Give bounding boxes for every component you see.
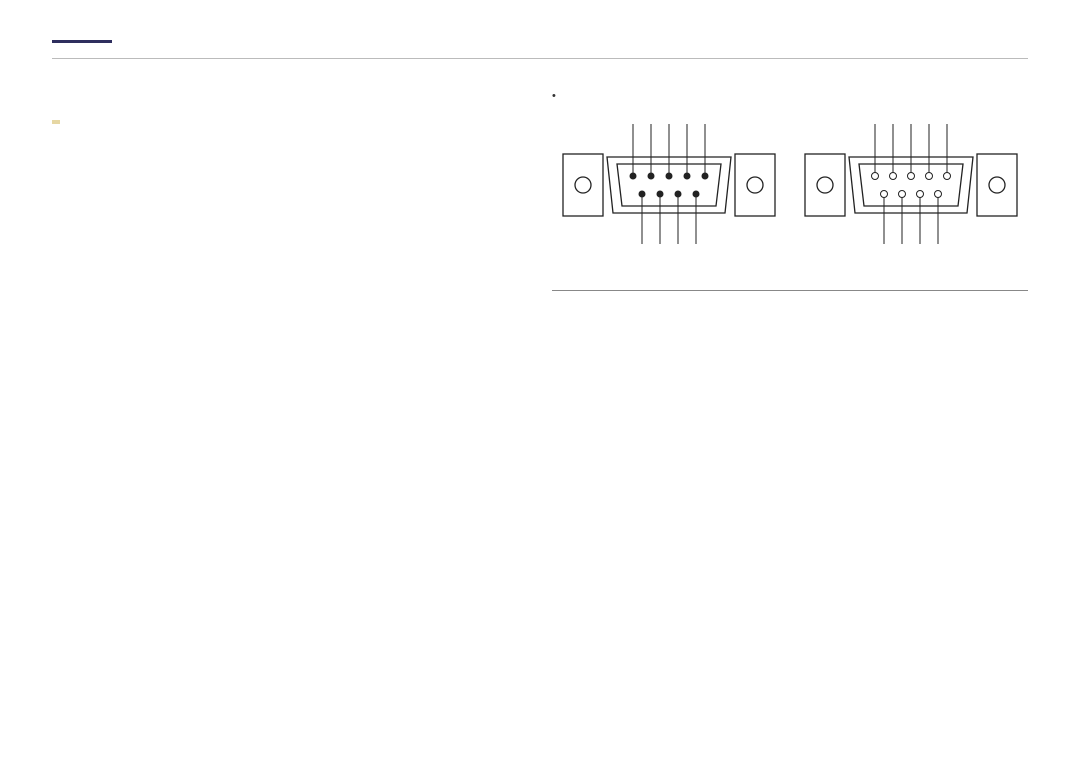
bullet-pin-assignment	[552, 90, 1028, 102]
right-column	[542, 90, 1028, 291]
signal-table	[552, 274, 1028, 291]
db9-plug-icon	[559, 124, 779, 244]
signal-head-pin	[552, 274, 642, 291]
plug-diagram	[552, 122, 786, 250]
socket-diagram	[794, 122, 1028, 250]
top-rule	[52, 58, 1028, 59]
section-label	[52, 120, 60, 124]
connector-diagrams	[552, 122, 1028, 250]
db9-socket-icon	[801, 124, 1021, 244]
accent-bar	[52, 40, 112, 43]
content	[52, 90, 1028, 291]
left-column	[52, 90, 542, 291]
signal-head-sig	[642, 274, 1028, 291]
